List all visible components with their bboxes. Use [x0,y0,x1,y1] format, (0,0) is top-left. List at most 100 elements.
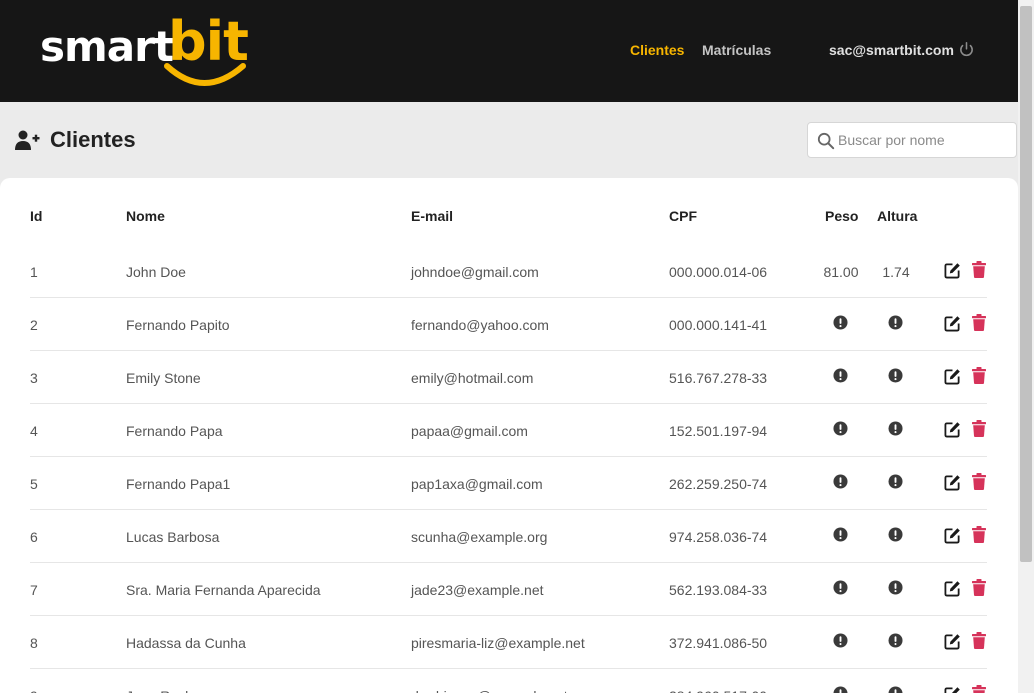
cell-email: emily@hotmail.com [411,370,534,386]
cell-id: 5 [30,476,38,492]
column-header-altura: Altura [877,208,918,224]
cell-nome: Fernando Papa1 [126,476,231,492]
peso-missing-alert-icon [833,421,848,436]
peso-missing-alert-icon [833,368,848,383]
table-row: 8 Hadassa da Cunha piresmaria-liz@exampl… [30,616,987,669]
edit-icon[interactable] [944,315,961,332]
logout-power-icon[interactable] [958,41,975,58]
delete-trash-icon[interactable] [972,632,986,649]
cell-email: piresmaria-liz@example.net [411,635,585,651]
cell-peso: 81.00 [823,264,859,280]
altura-missing-alert-icon [888,474,903,489]
page-header: Clientes [15,127,136,153]
table-row: 6 Lucas Barbosa scunha@example.org 974.2… [30,510,987,563]
cell-id: 1 [30,264,38,280]
cell-nome: John Doe [126,264,186,280]
delete-trash-icon[interactable] [972,367,986,384]
peso-missing-alert-icon [833,580,848,595]
edit-icon[interactable] [944,580,961,597]
column-header-peso: Peso [825,208,859,224]
delete-trash-icon[interactable] [972,420,986,437]
delete-trash-icon[interactable] [972,473,986,490]
cell-cpf: 372.941.086-50 [669,635,768,651]
delete-trash-icon[interactable] [972,261,986,278]
delete-trash-icon[interactable] [972,685,986,693]
delete-trash-icon[interactable] [972,314,986,331]
table-row: 5 Fernando Papa1 pap1axa@gmail.com 262.2… [30,457,987,510]
peso-missing-alert-icon [833,686,848,693]
table-row: 7 Sra. Maria Fernanda Aparecida jade23@e… [30,563,987,616]
cell-email: fernando@yahoo.com [411,317,549,333]
cell-id: 9 [30,688,38,693]
altura-missing-alert-icon [888,686,903,693]
nav-link-matriculas[interactable]: Matrículas [702,42,771,58]
peso-missing-alert-icon [833,527,848,542]
delete-trash-icon[interactable] [972,579,986,596]
cell-email: pap1axa@gmail.com [411,476,543,492]
cell-id: 3 [30,370,38,386]
cell-id: 6 [30,529,38,545]
table-row: 1 John Doe johndoe@gmail.com 000.000.014… [30,245,987,298]
column-header-cpf: CPF [669,208,697,224]
cell-nome: Fernando Papito [126,317,230,333]
clients-table-card: Id Nome E-mail CPF Peso Altura 1 John Do… [0,178,1018,693]
user-email: sac@smartbit.com [829,42,954,58]
cell-nome: Hadassa da Cunha [126,635,246,651]
scrollbar-thumb[interactable] [1020,6,1032,562]
cell-cpf: 152.501.197-94 [669,423,768,439]
cell-cpf: 262.259.250-74 [669,476,768,492]
edit-icon[interactable] [944,474,961,491]
app-window: smart bit Clientes Matrículas sac@smartb… [0,0,1034,693]
edit-icon[interactable] [944,527,961,544]
cell-altura: 1.74 [882,264,910,280]
peso-missing-alert-icon [833,474,848,489]
altura-missing-alert-icon [888,580,903,595]
delete-trash-icon[interactable] [972,526,986,543]
altura-missing-alert-icon [888,527,903,542]
logo-smile-icon [164,63,246,86]
altura-missing-alert-icon [888,368,903,383]
smartbit-logo[interactable]: smart bit [40,10,250,88]
cell-id: 7 [30,582,38,598]
cell-cpf: 562.193.084-33 [669,582,768,598]
table-header: Id Nome E-mail CPF Peso Altura [30,208,987,224]
cell-nome: Fernando Papa [126,423,223,439]
cell-email: johndoe@gmail.com [411,264,539,280]
cell-cpf: 516.767.278-33 [669,370,768,386]
cell-email: scunha@example.org [411,529,548,545]
search-input[interactable] [838,123,1014,157]
table-row: 9 Juan Rocha drodrigues@example.net 284.… [30,669,987,693]
cell-id: 4 [30,423,38,439]
cell-nome: Juan Rocha [126,688,201,693]
cell-email: jade23@example.net [411,582,544,598]
table-row: 3 Emily Stone emily@hotmail.com 516.767.… [30,351,987,404]
altura-missing-alert-icon [888,421,903,436]
cell-cpf: 000.000.014-06 [669,264,768,280]
table-body: 1 John Doe johndoe@gmail.com 000.000.014… [30,245,987,693]
cell-cpf: 000.000.141-41 [669,317,768,333]
altura-missing-alert-icon [888,633,903,648]
peso-missing-alert-icon [833,633,848,648]
edit-icon[interactable] [944,633,961,650]
column-header-id: Id [30,208,43,224]
search-icon [817,132,835,150]
cell-cpf: 284.960.517-00 [669,688,767,693]
page-title: Clientes [50,127,136,152]
cell-nome: Lucas Barbosa [126,529,220,545]
nav-link-clientes[interactable]: Clientes [630,42,684,58]
cell-email: papaa@gmail.com [411,423,528,439]
edit-icon[interactable] [944,421,961,438]
column-header-email: E-mail [411,208,454,224]
table-row: 4 Fernando Papa papaa@gmail.com 152.501.… [30,404,987,457]
cell-email: drodrigues@example.net [411,688,568,693]
table-row: 2 Fernando Papito fernando@yahoo.com 000… [30,298,987,351]
edit-icon[interactable] [944,262,961,279]
edit-icon[interactable] [944,686,961,693]
column-header-nome: Nome [126,208,165,224]
user-plus-icon [15,130,40,150]
cell-cpf: 974.258.036-74 [669,529,768,545]
edit-icon[interactable] [944,368,961,385]
logo-text-smart: smart [40,22,174,71]
search-box [807,122,1017,158]
vertical-scrollbar[interactable] [1018,0,1034,693]
